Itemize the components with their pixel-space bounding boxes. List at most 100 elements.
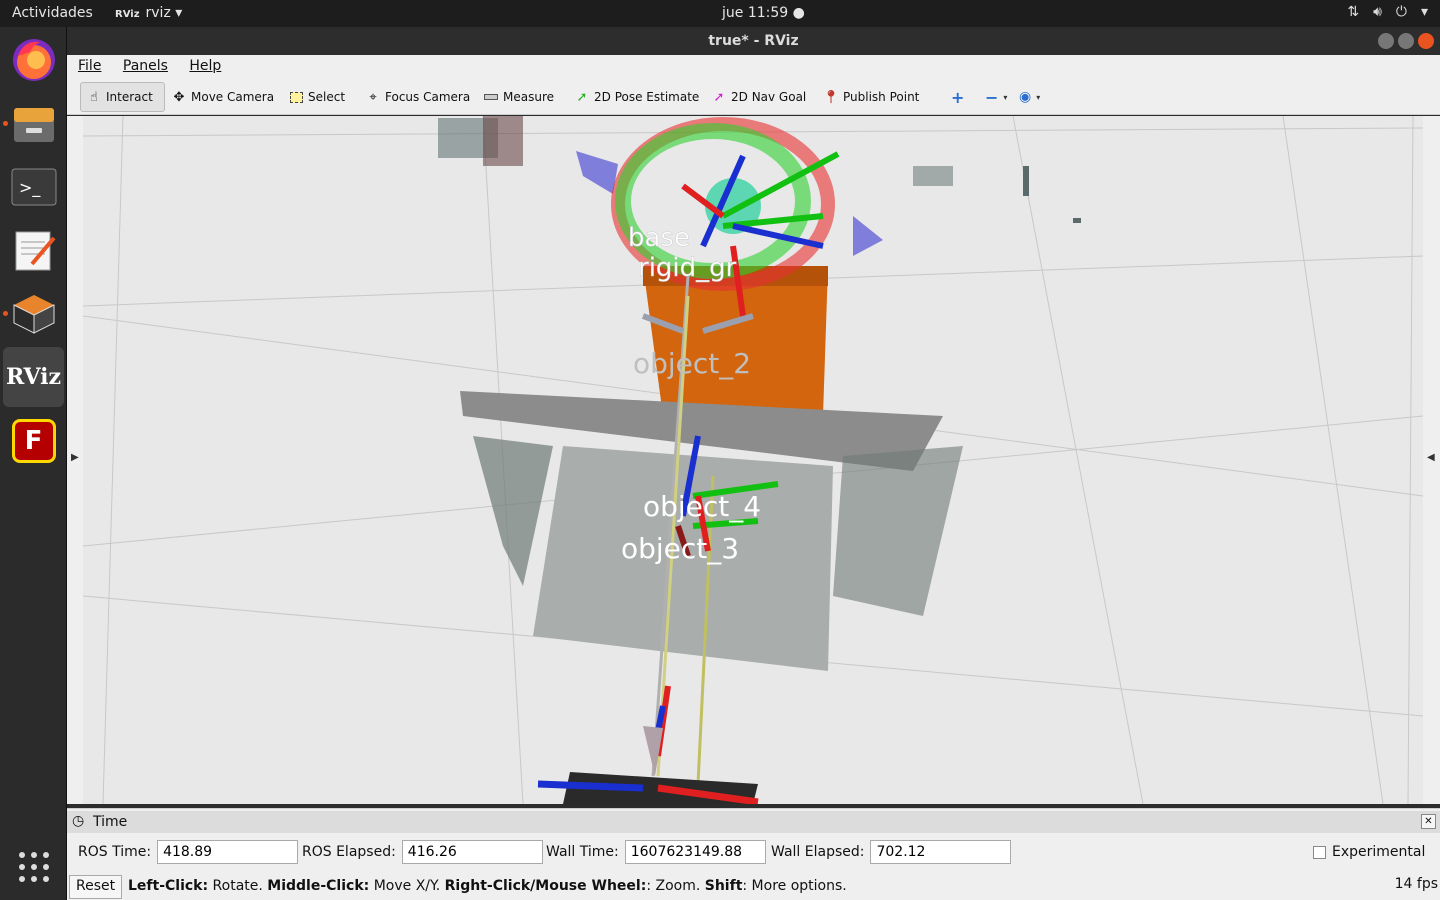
- green-arrow-icon: ➚: [576, 89, 588, 105]
- map-pin-icon: 📍︎: [822, 89, 840, 105]
- hint-shift-text: : More options.: [742, 878, 847, 894]
- blender-launcher[interactable]: [3, 283, 64, 343]
- minus-icon: −: [985, 87, 999, 107]
- eye-icon: ◉: [1019, 89, 1032, 105]
- right-dock-handle[interactable]: ◀: [1423, 116, 1440, 804]
- robot-base: [537, 685, 759, 804]
- firefox-launcher[interactable]: [3, 30, 64, 90]
- power-icon[interactable]: ⏻: [1396, 4, 1407, 20]
- interact-label: Interact: [106, 90, 153, 104]
- ros-elapsed-label: ROS Elapsed:: [302, 844, 396, 860]
- maximize-button[interactable]: [1398, 33, 1414, 49]
- label-object-4: object_4: [643, 490, 761, 523]
- time-panel: ◷ Time ✕ ROS Time: ROS Elapsed: Wall Tim…: [67, 808, 1440, 874]
- ros-time-field: ROS Time:: [78, 840, 299, 864]
- focus-camera-tool[interactable]: ⌖ Focus Camera: [360, 82, 476, 112]
- network-icon[interactable]: ⇅: [1347, 4, 1359, 20]
- system-top-bar: Actividades RViz rviz ▾ jue 11:59 ● ⇅ 🔊︎ …: [0, 0, 1440, 27]
- focus-camera-label: Focus Camera: [385, 90, 471, 104]
- files-icon: [13, 108, 54, 142]
- measure-tool[interactable]: Measure: [478, 82, 560, 112]
- view-tool-button[interactable]: ◉ ▾: [1013, 82, 1046, 112]
- add-tool-button[interactable]: +: [945, 82, 970, 112]
- wall-time-input[interactable]: [624, 840, 766, 864]
- menu-panels[interactable]: Panels: [112, 55, 174, 74]
- publish-point-tool[interactable]: 📍︎ Publish Point: [818, 82, 925, 112]
- marker-arrow-right[interactable]: [853, 216, 883, 256]
- time-panel-title: Time: [93, 814, 128, 830]
- hint-right-key: Right-Click/Mouse Wheel:: [444, 878, 647, 894]
- move-camera-tool[interactable]: ✥ Move Camera: [166, 82, 280, 112]
- clock-icon: ◷: [72, 813, 85, 829]
- right-cloud-edge: [833, 446, 963, 616]
- ros-elapsed-input[interactable]: [401, 840, 543, 864]
- ruler-icon: [484, 90, 498, 104]
- files-launcher[interactable]: [3, 94, 64, 154]
- frame-label-base: base: [628, 223, 690, 253]
- clock[interactable]: jue 11:59 ●: [722, 5, 805, 21]
- chevron-down-icon[interactable]: ▾: [1421, 4, 1428, 20]
- hint-middle-text: Move X/Y.: [369, 878, 445, 894]
- publish-point-label: Publish Point: [843, 90, 920, 104]
- experimental-checkbox[interactable]: [1313, 845, 1326, 859]
- marker-arrow-left[interactable]: [576, 151, 618, 194]
- magenta-arrow-icon: ➚: [713, 89, 725, 105]
- filezilla-launcher[interactable]: F: [3, 411, 64, 471]
- label-object-2: object_2: [633, 347, 751, 380]
- menu-file[interactable]: File: [67, 55, 107, 74]
- system-tray[interactable]: ⇅ 🔊︎ ⏻ ▾: [1347, 4, 1428, 20]
- hint-left-text: Rotate.: [208, 878, 268, 894]
- firefox-icon: [12, 39, 55, 81]
- rviz-small-logo: RViz: [115, 9, 140, 20]
- measure-label: Measure: [503, 90, 554, 104]
- experimental-toggle[interactable]: Experimental: [1313, 840, 1425, 864]
- pose-estimate-label: 2D Pose Estimate: [594, 90, 700, 104]
- render-viewport[interactable]: base rigid_gr object_2 object_4 object_3: [83, 116, 1423, 804]
- status-hint: Left-Click: Rotate. Middle-Click: Move X…: [128, 878, 847, 894]
- volume-icon[interactable]: 🔊︎: [1373, 4, 1382, 20]
- left-dock-handle[interactable]: ▶: [67, 116, 83, 804]
- close-panel-button[interactable]: ✕: [1421, 814, 1436, 829]
- text-editor-icon: [15, 231, 56, 271]
- ros-time-input[interactable]: [157, 840, 299, 864]
- app-menu[interactable]: RViz rviz ▾: [115, 5, 182, 21]
- activities-button[interactable]: Actividades: [12, 5, 93, 21]
- plus-icon: +: [951, 87, 965, 107]
- chevron-right-icon[interactable]: ▶: [71, 452, 79, 463]
- show-apps-button[interactable]: [3, 837, 64, 897]
- fps-counter: 14 fps: [1394, 876, 1438, 892]
- move-arrows-icon: ✥: [173, 89, 185, 105]
- wall-elapsed-label: Wall Elapsed:: [771, 844, 865, 860]
- reset-button[interactable]: Reset: [69, 875, 123, 899]
- terminal-icon: >_: [11, 168, 56, 206]
- hint-middle-key: Middle-Click:: [267, 878, 370, 894]
- select-tool[interactable]: Select: [283, 82, 351, 112]
- dock: >_ RViz F: [0, 27, 67, 900]
- terminal-launcher[interactable]: >_: [3, 157, 64, 217]
- hand-pointer-icon: ☝: [90, 89, 98, 105]
- experimental-label: Experimental: [1332, 844, 1426, 860]
- window-title-bar[interactable]: true* - RViz: [67, 27, 1440, 55]
- wall-time-label: Wall Time:: [546, 844, 619, 860]
- wall-elapsed-input[interactable]: [870, 840, 1012, 864]
- rviz-launcher[interactable]: RViz: [3, 347, 64, 407]
- menu-bar: File Panels Help: [67, 55, 1440, 79]
- filezilla-letter: F: [24, 426, 43, 456]
- tool-bar: ☝ Interact ✥ Move Camera Select ⌖ Focus …: [67, 79, 1440, 115]
- selection-box-icon: [289, 90, 303, 104]
- menu-help[interactable]: Help: [178, 55, 227, 74]
- svg-text:>_: >_: [19, 178, 41, 198]
- remove-tool-button[interactable]: − ▾: [979, 82, 1013, 112]
- nav-goal-tool[interactable]: ➚ 2D Nav Goal: [706, 82, 812, 112]
- chevron-left-icon[interactable]: ◀: [1427, 452, 1435, 463]
- wall-elapsed-field: Wall Elapsed:: [771, 840, 1012, 864]
- close-button[interactable]: [1418, 33, 1434, 49]
- crosshair-icon: ⌖: [369, 89, 377, 105]
- hint-shift-key: Shift: [704, 878, 743, 894]
- text-editor-launcher[interactable]: [3, 220, 64, 280]
- minimize-button[interactable]: [1378, 33, 1394, 49]
- nav-goal-label: 2D Nav Goal: [731, 90, 807, 104]
- interact-tool[interactable]: ☝ Interact: [80, 82, 165, 112]
- pose-estimate-tool[interactable]: ➚ 2D Pose Estimate: [569, 82, 705, 112]
- move-camera-label: Move Camera: [191, 90, 275, 104]
